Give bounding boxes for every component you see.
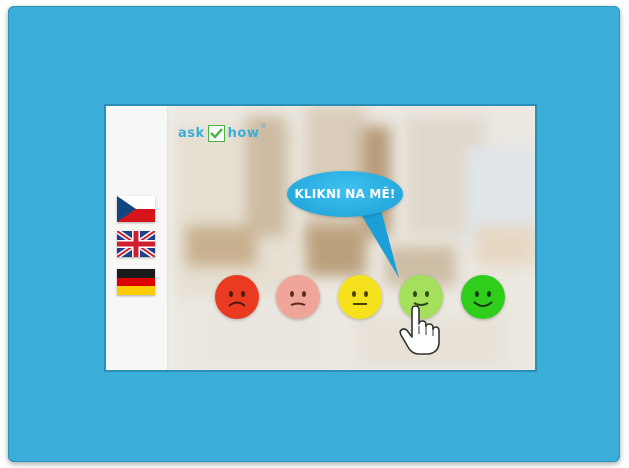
kiosk-screen: ask how ® KLIKNI NA MĚ! — [106, 106, 535, 370]
language-sidebar — [106, 106, 167, 370]
very-happy-face-icon — [473, 291, 493, 307]
callout-text: KLIKNI NA MĚ! — [294, 187, 396, 201]
logo-check-icon — [207, 124, 225, 142]
logo-word-right: how — [227, 125, 260, 141]
kiosk-device-frame: ask how ® KLIKNI NA MĚ! — [8, 6, 620, 462]
neutral-face-icon — [352, 291, 368, 305]
click-me-callout: KLIKNI NA MĚ! — [287, 171, 403, 217]
rating-very-unhappy-button[interactable] — [215, 275, 259, 319]
unhappy-face-icon — [290, 291, 306, 306]
rating-neutral-button[interactable] — [338, 275, 382, 319]
language-option-de[interactable] — [117, 269, 155, 295]
askhow-logo: ask how ® — [178, 124, 266, 142]
background-photo — [106, 106, 535, 370]
language-option-cs[interactable] — [117, 196, 155, 222]
callout-tail — [356, 206, 399, 278]
czech-flag-icon — [117, 196, 155, 222]
very-unhappy-face-icon — [228, 291, 246, 307]
german-flag-icon — [117, 269, 155, 295]
rating-unhappy-button[interactable] — [276, 275, 320, 319]
hand-pointer-icon — [399, 305, 440, 355]
uk-flag-icon — [115, 228, 157, 260]
rating-very-happy-button[interactable] — [461, 275, 505, 319]
trademark-dot-icon: ® — [261, 124, 266, 130]
language-option-en[interactable] — [115, 228, 157, 260]
logo-word-left: ask — [178, 125, 205, 141]
